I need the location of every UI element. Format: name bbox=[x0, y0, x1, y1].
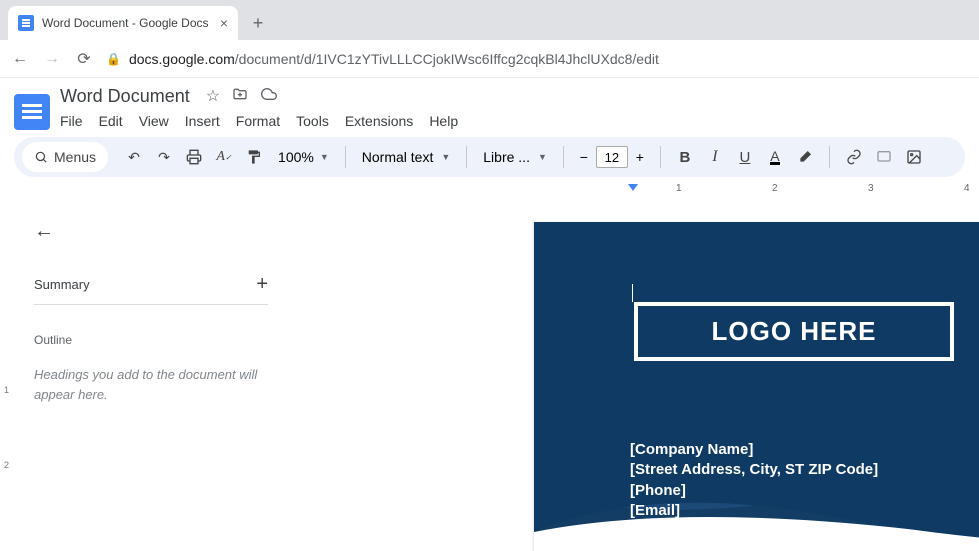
font-dropdown[interactable]: Libre ... ▼ bbox=[477, 149, 553, 165]
paint-format-button[interactable] bbox=[240, 143, 268, 171]
font-size-decrease[interactable]: − bbox=[574, 146, 594, 168]
address-line: [Street Address, City, ST ZIP Code] bbox=[630, 460, 878, 480]
company-name-line: [Company Name] bbox=[630, 440, 878, 460]
browser-address-bar: ← → ⟳ 🔒 docs.google.com/document/d/1IVC1… bbox=[0, 40, 979, 78]
paragraph-style-label: Normal text bbox=[362, 149, 434, 165]
page[interactable]: LOGO HERE [Company Name] [Street Address… bbox=[534, 222, 979, 551]
underline-button[interactable]: U bbox=[731, 143, 759, 171]
docs-header: Word Document ☆ File Edit View Insert Fo… bbox=[0, 78, 979, 137]
main-area: 1 2 ← Summary + Outline Headings you add… bbox=[0, 200, 979, 551]
zoom-label: 100% bbox=[278, 149, 314, 165]
outline-back-button[interactable]: ← bbox=[34, 220, 54, 243]
menu-edit[interactable]: Edit bbox=[99, 113, 123, 129]
reload-button[interactable]: ⟳ bbox=[74, 49, 94, 69]
menu-search-label: Menus bbox=[54, 149, 96, 165]
bold-button[interactable]: B bbox=[671, 143, 699, 171]
chevron-down-icon: ▼ bbox=[320, 152, 329, 162]
ruler-label: 2 bbox=[772, 183, 778, 194]
logo-text: LOGO HERE bbox=[711, 316, 876, 346]
header-graphic: LOGO HERE [Company Name] [Street Address… bbox=[534, 222, 979, 551]
outline-panel: ← Summary + Outline Headings you add to … bbox=[16, 200, 286, 551]
undo-button[interactable]: ↶ bbox=[120, 143, 148, 171]
insert-link-button[interactable] bbox=[840, 143, 868, 171]
outline-heading: Outline bbox=[34, 333, 268, 347]
spellcheck-button[interactable]: A✓ bbox=[210, 143, 238, 171]
logo-placeholder[interactable]: LOGO HERE bbox=[634, 302, 954, 361]
vertical-ruler[interactable]: 1 2 bbox=[0, 200, 16, 551]
insert-comment-button[interactable] bbox=[870, 143, 898, 171]
email-line: [Email] bbox=[630, 501, 878, 521]
menu-tools[interactable]: Tools bbox=[296, 113, 329, 129]
toolbar-separator bbox=[345, 146, 346, 168]
docs-favicon-icon bbox=[18, 15, 34, 31]
indent-marker-icon[interactable] bbox=[626, 182, 640, 196]
menu-help[interactable]: Help bbox=[429, 113, 458, 129]
font-label: Libre ... bbox=[483, 149, 530, 165]
toolbar-separator bbox=[466, 146, 467, 168]
browser-tab-bar: Word Document - Google Docs × + bbox=[0, 0, 979, 40]
company-info-block[interactable]: [Company Name] [Street Address, City, ST… bbox=[630, 440, 878, 541]
menu-insert[interactable]: Insert bbox=[185, 113, 220, 129]
ruler-label: 3 bbox=[868, 183, 874, 194]
add-summary-button[interactable]: + bbox=[256, 273, 268, 296]
phone-line: [Phone] bbox=[630, 481, 878, 501]
menu-format[interactable]: Format bbox=[236, 113, 280, 129]
url-path: /document/d/1IVC1zYTivLLLCCjokIWsc6Iffcg… bbox=[235, 51, 659, 67]
lock-icon: 🔒 bbox=[106, 52, 121, 66]
toolbar-separator bbox=[829, 146, 830, 168]
star-icon[interactable]: ☆ bbox=[206, 86, 220, 107]
document-canvas[interactable]: LOGO HERE [Company Name] [Street Address… bbox=[286, 200, 979, 551]
close-tab-icon[interactable]: × bbox=[220, 15, 228, 31]
ruler-label: 4 bbox=[964, 183, 970, 194]
menu-extensions[interactable]: Extensions bbox=[345, 113, 413, 129]
browser-tab[interactable]: Word Document - Google Docs × bbox=[8, 6, 238, 40]
print-button[interactable] bbox=[180, 143, 208, 171]
menu-search[interactable]: Menus bbox=[22, 142, 108, 172]
highlight-button[interactable] bbox=[791, 143, 819, 171]
forward-button[interactable]: → bbox=[42, 49, 62, 69]
tab-title: Word Document - Google Docs bbox=[42, 16, 212, 30]
summary-label: Summary bbox=[34, 277, 90, 292]
chevron-down-icon: ▼ bbox=[538, 152, 547, 162]
menu-file[interactable]: File bbox=[60, 113, 83, 129]
ruler-label: 1 bbox=[676, 183, 682, 194]
toolbar: Menus ↶ ↷ A✓ 100% ▼ Normal text ▼ Libre … bbox=[14, 137, 965, 177]
font-size-increase[interactable]: + bbox=[630, 146, 650, 168]
text-color-button[interactable]: A bbox=[761, 143, 789, 171]
outline-placeholder: Headings you add to the document will ap… bbox=[34, 365, 268, 404]
new-tab-button[interactable]: + bbox=[244, 9, 272, 37]
horizontal-ruler[interactable]: 1 2 3 4 bbox=[286, 183, 979, 199]
insert-image-button[interactable] bbox=[900, 143, 928, 171]
back-button[interactable]: ← bbox=[10, 49, 30, 69]
menu-view[interactable]: View bbox=[139, 113, 169, 129]
toolbar-separator bbox=[660, 146, 661, 168]
website-line: [Website] bbox=[630, 521, 878, 541]
zoom-dropdown[interactable]: 100% ▼ bbox=[272, 149, 335, 165]
chevron-down-icon: ▼ bbox=[441, 152, 450, 162]
paragraph-style-dropdown[interactable]: Normal text ▼ bbox=[356, 149, 457, 165]
redo-button[interactable]: ↷ bbox=[150, 143, 178, 171]
doc-title-input[interactable]: Word Document bbox=[60, 86, 190, 107]
text-cursor bbox=[632, 284, 633, 302]
url-field[interactable]: 🔒 docs.google.com/document/d/1IVC1zYTivL… bbox=[106, 51, 969, 67]
url-host: docs.google.com bbox=[129, 51, 235, 67]
font-size-input[interactable]: 12 bbox=[596, 146, 628, 168]
cloud-status-icon[interactable] bbox=[260, 86, 278, 107]
docs-logo-icon[interactable] bbox=[14, 94, 50, 130]
toolbar-separator bbox=[563, 146, 564, 168]
move-icon[interactable] bbox=[232, 86, 248, 107]
search-icon bbox=[34, 150, 48, 164]
italic-button[interactable]: I bbox=[701, 143, 729, 171]
